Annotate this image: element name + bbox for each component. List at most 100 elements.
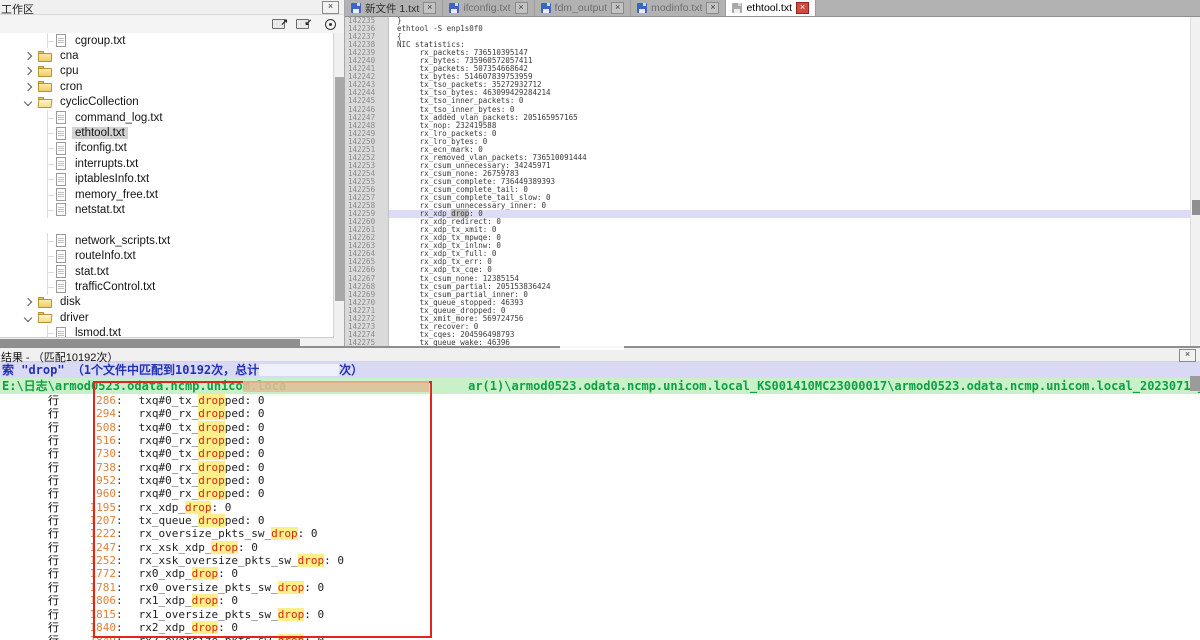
search-result-row[interactable]: 行730:txq#0_tx_dropped: 0: [0, 447, 1200, 460]
search-result-row[interactable]: 行294:rxq#0_rx_dropped: 0: [0, 407, 1200, 420]
collapse-all-icon[interactable]: ↙: [295, 17, 312, 31]
search-result-row[interactable]: 行508:txq#0_tx_dropped: 0: [0, 421, 1200, 434]
tree-item-cron[interactable]: cron: [0, 79, 334, 94]
tree-item-interrupts-txt[interactable]: interrupts.txt: [0, 156, 334, 171]
scrollbar-thumb[interactable]: [0, 339, 300, 346]
row-label: 行: [48, 594, 72, 607]
tree-item-ifconfig-txt[interactable]: ifconfig.txt: [0, 141, 334, 156]
search-result-row[interactable]: 行1247:rx_xsk_xdp_drop: 0: [0, 541, 1200, 554]
tree-item-command-log-txt[interactable]: command_log.txt: [0, 110, 334, 125]
tree-vertical-scrollbar[interactable]: [333, 33, 344, 337]
search-result-row[interactable]: 行1772:rx0_xdp_drop: 0: [0, 567, 1200, 580]
search-result-row[interactable]: 行286:txq#0_tx_dropped: 0: [0, 394, 1200, 407]
tree-item-ethtool-txt[interactable]: ethtool.txt: [0, 125, 334, 140]
editor-line[interactable]: 142236ethtool -S enp1s0f0: [345, 25, 1190, 33]
search-result-row[interactable]: 行738:rxq#0_rx_dropped: 0: [0, 461, 1200, 474]
scrollbar-thumb[interactable]: [335, 77, 344, 301]
line-text: rx_xdp_tx_inlnw: 0: [389, 242, 1190, 250]
tree-item-memory-free-txt[interactable]: memory_free.txt: [0, 187, 334, 202]
row-label: 行: [48, 541, 72, 554]
tab--1-txt[interactable]: 新文件 1.txt×: [345, 0, 443, 16]
search-result-row[interactable]: 行1781:rx0_oversize_pkts_sw_drop: 0: [0, 581, 1200, 594]
results-scrollbar-stub[interactable]: [1190, 376, 1200, 391]
result-text: rx_xsk_oversize_pkts_sw_drop: 0: [139, 554, 344, 567]
editor-line[interactable]: 142237{: [345, 33, 1190, 41]
result-line-number: 960: [72, 487, 116, 500]
scrollbar-thumb[interactable]: [1192, 200, 1200, 215]
tree-horizontal-scrollbar[interactable]: [0, 337, 334, 346]
colon: :: [116, 634, 123, 640]
chevron-right-icon[interactable]: [24, 298, 32, 306]
tree-item-trafficcontrol-txt[interactable]: trafficControl.txt: [0, 279, 334, 294]
tree-item-cycliccollection[interactable]: cyclicCollection: [0, 95, 334, 110]
expand-all-icon[interactable]: ↗: [271, 17, 288, 31]
close-icon[interactable]: ×: [796, 2, 809, 14]
tab-ifconfig-txt[interactable]: ifconfig.txt×: [443, 0, 534, 16]
colon: :: [116, 487, 123, 500]
tree-item-label: memory_free.txt: [72, 189, 161, 201]
match-highlight: drop: [192, 567, 219, 580]
tree-item-label: stat.txt: [72, 266, 112, 278]
search-result-row[interactable]: 行1222:rx_oversize_pkts_sw_drop: 0: [0, 527, 1200, 540]
tree-item-stat-txt[interactable]: stat.txt: [0, 264, 334, 279]
colon: :: [116, 461, 123, 474]
workspace-panel: 工作区 × ↗ ↙ cgroup.txtcnacpucroncyclicColl…: [0, 0, 345, 346]
tree-item-iptablesinfo-txt[interactable]: iptablesInfo.txt: [0, 172, 334, 187]
tree-item-netstat-txt[interactable]: netstat.txt: [0, 202, 334, 217]
tree-item-cpu[interactable]: cpu: [0, 64, 334, 79]
results-close-icon[interactable]: ×: [1179, 349, 1196, 362]
search-result-row[interactable]: 行952:txq#0_tx_dropped: 0: [0, 474, 1200, 487]
tab-ethtool-txt[interactable]: ethtool.txt×: [726, 0, 816, 16]
line-text: rx_lro_bytes: 0: [389, 138, 1190, 146]
tree-item-routeinfo-txt[interactable]: routeInfo.txt: [0, 248, 334, 263]
editor-pane[interactable]: 142235}142236ethtool -S enp1s0f0142237{1…: [345, 17, 1190, 346]
tab-modinfo-txt[interactable]: modinfo.txt×: [631, 0, 726, 16]
workspace-titlebar: 工作区 ×: [0, 0, 344, 15]
line-number: 142275: [345, 339, 389, 346]
chevron-right-icon[interactable]: [24, 83, 32, 91]
tree-item-lsmod-txt[interactable]: lsmod.txt: [0, 325, 334, 337]
tree-item-label: driver: [57, 312, 92, 324]
tree-item-driver[interactable]: driver: [0, 310, 334, 325]
search-result-row[interactable]: 行1195:rx_xdp_drop: 0: [0, 501, 1200, 514]
file-icon: [56, 250, 66, 263]
close-icon[interactable]: ×: [611, 2, 624, 14]
match-highlight: drop: [198, 487, 225, 500]
search-result-row[interactable]: 行960:rxq#0_rx_dropped: 0: [0, 487, 1200, 500]
line-text: rx_csum_unnecessary_inner: 0: [389, 202, 1190, 210]
colon: :: [116, 474, 123, 487]
row-label: 行: [48, 434, 72, 447]
search-result-row[interactable]: 行1806:rx1_xdp_drop: 0: [0, 594, 1200, 607]
search-result-row[interactable]: 行1849:rx2_oversize_pkts_sw_drop: 0: [0, 634, 1200, 640]
chevron-right-icon[interactable]: [24, 67, 32, 75]
results-titlebar: 结果 - （匹配10192次） ×: [0, 348, 1200, 362]
locate-file-icon[interactable]: [322, 17, 339, 31]
search-result-row[interactable]: 行1815:rx1_oversize_pkts_sw_drop: 0: [0, 608, 1200, 621]
result-line-number: 1195: [72, 501, 116, 514]
colon: :: [116, 541, 123, 554]
close-icon[interactable]: ×: [706, 2, 719, 14]
row-label: 行: [48, 461, 72, 474]
result-file-path-line[interactable]: E:\日志\armod0523.odata.ncmp.unicom.locaar…: [0, 378, 1200, 394]
result-text: rx_xsk_xdp_drop: 0: [139, 541, 258, 554]
tree-item-disk[interactable]: disk: [0, 295, 334, 310]
chevron-down-icon[interactable]: [24, 98, 32, 106]
search-result-row[interactable]: 行1207:tx_queue_dropped: 0: [0, 514, 1200, 527]
match-highlight: drop: [211, 541, 238, 554]
editor-line[interactable]: 142275 tx_queue_wake: 46396: [345, 339, 1190, 346]
row-label: 行: [48, 554, 72, 567]
search-result-row[interactable]: 行1252:rx_xsk_oversize_pkts_sw_drop: 0: [0, 554, 1200, 567]
close-icon[interactable]: ×: [515, 2, 528, 14]
chevron-right-icon[interactable]: [24, 52, 32, 60]
tree-item-network-scripts-txt[interactable]: network_scripts.txt: [0, 233, 334, 248]
chevron-down-icon[interactable]: [24, 313, 32, 321]
search-result-row[interactable]: 行1840:rx2_xdp_drop: 0: [0, 621, 1200, 634]
close-icon[interactable]: ×: [423, 2, 436, 14]
row-label: 行: [48, 581, 72, 594]
workspace-close-icon[interactable]: ×: [322, 1, 339, 14]
tree-item-cna[interactable]: cna: [0, 48, 334, 63]
search-result-row[interactable]: 行516:rxq#0_rx_dropped: 0: [0, 434, 1200, 447]
tree-item-cgroup-txt[interactable]: cgroup.txt: [0, 33, 334, 48]
tab-fdm-output[interactable]: fdm_output×: [535, 0, 632, 16]
editor-vertical-scrollbar[interactable]: [1190, 17, 1200, 346]
